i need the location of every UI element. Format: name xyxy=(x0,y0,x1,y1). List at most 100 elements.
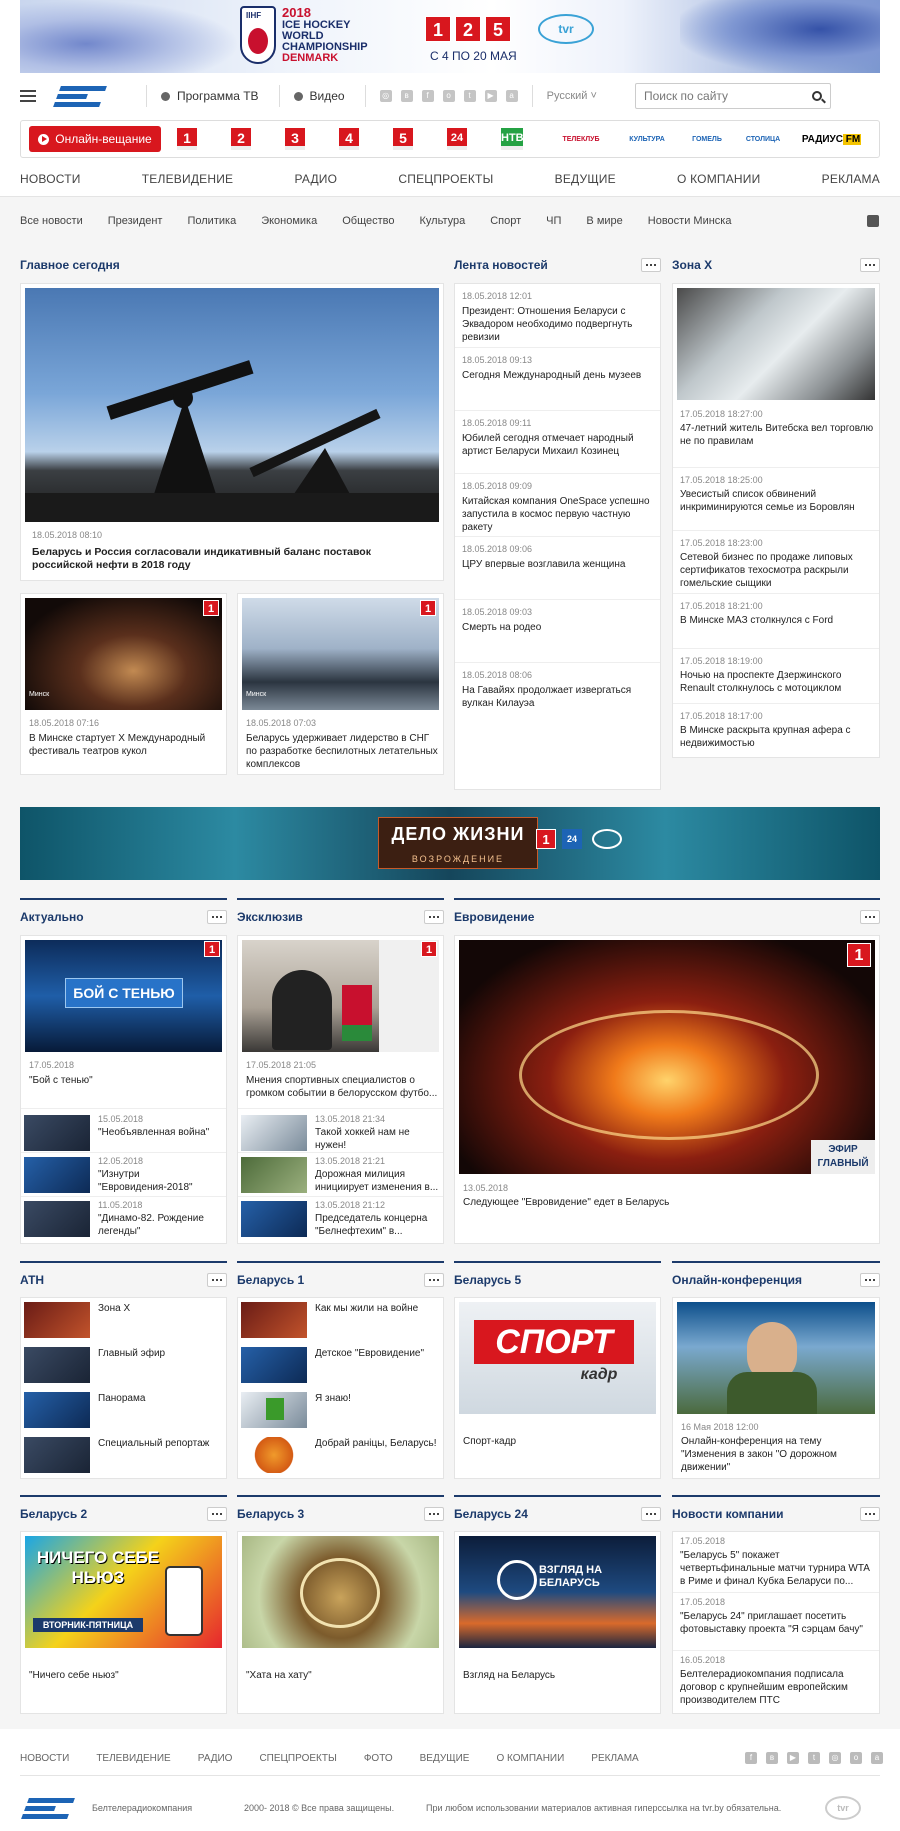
news-headline[interactable]: Следующее "Евровидение" едет в Беларусь xyxy=(463,1196,863,1209)
news-headline[interactable]: Юбилей сегодня отмечает народный артист … xyxy=(462,432,654,458)
news-headline[interactable]: "Беларусь 24" приглашает посетить фотовы… xyxy=(680,1610,874,1636)
ok-icon[interactable]: о xyxy=(850,1752,862,1764)
android-icon[interactable]: a xyxy=(871,1752,883,1764)
channel-belarus4[interactable]: 4 xyxy=(339,128,359,150)
channel-ntv[interactable]: НТВ xyxy=(501,128,524,150)
news-headline[interactable]: Такой хоккей нам не нужен! xyxy=(315,1126,439,1152)
news-headline[interactable]: Беларусь и Россия согласовали индикативн… xyxy=(32,546,432,572)
belarus5-card[interactable]: СПОРТ кадр Спорт-кадр xyxy=(454,1297,661,1479)
video-link[interactable]: Видео xyxy=(293,89,345,103)
list-item[interactable]: Как мы жили на войне xyxy=(238,1298,443,1343)
footer-link[interactable]: РЕКЛАМА xyxy=(591,1753,638,1764)
news-headline[interactable]: Ночью на проспекте Дзержинского Renault … xyxy=(680,669,874,695)
section-title[interactable]: Лента новостей xyxy=(454,258,548,272)
list-item[interactable]: 15.05.2018 "Необъявленная война" xyxy=(21,1108,226,1152)
news-headline[interactable]: Сетевой бизнес по продаже липовых сертиф… xyxy=(680,551,874,590)
search-input[interactable]: Поиск по сайту xyxy=(634,83,831,109)
news-headline[interactable]: Президент: Отношения Беларуси с Эквадоро… xyxy=(462,305,654,344)
nav-item-tv[interactable]: ТЕЛЕВИДЕНИЕ xyxy=(142,172,233,190)
channel-belarus1[interactable]: 1 xyxy=(177,128,197,150)
belteleradio-logo[interactable] xyxy=(53,83,110,109)
more-icon[interactable] xyxy=(207,910,227,924)
news-headline[interactable]: 47-летний житель Витебска вел торговлю н… xyxy=(680,422,874,448)
section-title[interactable]: Беларусь 24 xyxy=(454,1507,528,1521)
vk-icon[interactable]: в xyxy=(766,1752,778,1764)
section-title[interactable]: АТН xyxy=(20,1273,44,1287)
more-icon[interactable] xyxy=(641,1507,661,1521)
section-title[interactable]: Онлайн-конференция xyxy=(672,1273,802,1287)
news-headline[interactable]: В Минске МАЗ столкнулся с Ford xyxy=(680,614,874,627)
twitter-icon[interactable]: t xyxy=(808,1752,820,1764)
more-icon[interactable] xyxy=(424,910,444,924)
list-item[interactable]: 18.05.2018 09:11 Юбилей сегодня отмечает… xyxy=(455,410,660,473)
program-title[interactable]: Панорама xyxy=(98,1392,222,1405)
menu-icon[interactable] xyxy=(20,90,36,102)
footer-link[interactable]: СПЕЦПРОЕКТЫ xyxy=(259,1753,336,1764)
list-item[interactable]: 16.05.2018 Белтелерадиокомпания подписал… xyxy=(673,1650,879,1713)
nav-item-about[interactable]: О КОМПАНИИ xyxy=(677,172,760,190)
section-title[interactable]: Актуально xyxy=(20,910,84,924)
channel-teleclub[interactable]: ТЕЛЕКЛУБ xyxy=(557,136,605,143)
subnav-item[interactable]: Культура xyxy=(420,215,466,227)
footer-link[interactable]: О КОМПАНИИ xyxy=(496,1753,564,1764)
news-headline[interactable]: Сегодня Международный день музеев xyxy=(462,369,654,382)
news-headline[interactable]: Беларусь удерживает лидерство в СНГ по р… xyxy=(246,732,438,771)
list-item[interactable]: Детское "Евровидение" xyxy=(238,1343,443,1388)
nav-item-special[interactable]: СПЕЦПРОЕКТЫ xyxy=(398,172,493,190)
online-broadcast-button[interactable]: Онлайн-вещание xyxy=(29,126,161,152)
news-headline[interactable]: На Гавайях продолжает извергаться вулкан… xyxy=(462,684,654,710)
program-title[interactable]: Добрай раніцы, Беларусь! xyxy=(315,1437,439,1450)
news-headline[interactable]: Смерть на родео xyxy=(462,621,654,634)
nav-item-news[interactable]: НОВОСТИ xyxy=(20,172,81,190)
list-item[interactable]: 17.05.2018 18:27:00 47-летний житель Вит… xyxy=(673,404,879,467)
belarus3-card[interactable]: "Хата на хату" xyxy=(237,1531,444,1714)
footer-link[interactable]: ФОТО xyxy=(364,1753,393,1764)
facebook-icon[interactable]: f xyxy=(421,90,434,102)
subnav-item[interactable]: Президент xyxy=(108,215,163,227)
news-headline[interactable]: Китайская компания OneSpace успешно запу… xyxy=(462,495,654,534)
list-item[interactable]: 18.05.2018 09:13 Сегодня Международный д… xyxy=(455,347,660,410)
subnav-item[interactable]: В мире xyxy=(586,215,622,227)
list-item[interactable]: 17.05.2018 18:17:00 В Минске раскрыта кр… xyxy=(673,703,879,758)
nav-item-radio[interactable]: РАДИО xyxy=(294,172,337,190)
list-item[interactable]: 13.05.2018 21:34 Такой хоккей нам не нуж… xyxy=(238,1108,443,1152)
news-headline[interactable]: Белтелерадиокомпания подписала договор с… xyxy=(680,1668,874,1707)
instagram-icon[interactable]: ◎ xyxy=(379,90,392,102)
top-ad-banner[interactable]: IIHF 2018 ICE HOCKEY WORLD CHAMPIONSHIP … xyxy=(20,0,880,73)
news-headline[interactable]: В Минске раскрыта крупная афера с недвиж… xyxy=(680,724,874,750)
news-headline[interactable]: ЦРУ впервые возглавила женщина xyxy=(462,558,654,571)
subnav-item[interactable]: Общество xyxy=(342,215,394,227)
subnav-item[interactable]: Спорт xyxy=(490,215,521,227)
news-headline[interactable]: Онлайн-конференция на тему "Изменения в … xyxy=(681,1435,875,1474)
list-item[interactable]: 18.05.2018 08:06 На Гавайях продолжает и… xyxy=(455,662,660,725)
news-headline[interactable]: Дорожная милиция инициирует изменения в.… xyxy=(315,1168,439,1194)
subnav-item[interactable]: Экономика xyxy=(261,215,317,227)
more-icon[interactable] xyxy=(641,258,661,272)
news-headline[interactable]: Председатель концерна "Белнефтехим" в... xyxy=(315,1212,439,1238)
list-item[interactable]: 17.05.2018 18:23:00 Сетевой бизнес по пр… xyxy=(673,530,879,593)
news-headline[interactable]: В Минске стартует X Международный фестив… xyxy=(29,732,221,758)
online-conf-card[interactable]: 16 Мая 2018 12:00 Онлайн-конференция на … xyxy=(672,1297,880,1479)
section-title[interactable]: Беларусь 2 xyxy=(20,1507,87,1521)
eurovision-card[interactable]: ЭФИР ГЛАВНЫЙ 1 13.05.2018 Следующее "Евр… xyxy=(454,935,880,1244)
ok-icon[interactable]: о xyxy=(442,90,455,102)
footer-link[interactable]: НОВОСТИ xyxy=(20,1753,69,1764)
program-title[interactable]: Спорт-кадр xyxy=(463,1435,655,1448)
footer-link[interactable]: ТЕЛЕВИДЕНИЕ xyxy=(96,1753,170,1764)
channel-belarus5[interactable]: 5 xyxy=(393,128,413,150)
news-card[interactable]: 1 Минск 18.05.2018 07:03 Беларусь удержи… xyxy=(237,593,444,775)
channel-belarus3[interactable]: 3 xyxy=(285,128,305,150)
list-item[interactable]: Добрай раніцы, Беларусь! xyxy=(238,1433,443,1478)
android-icon[interactable]: a xyxy=(505,90,518,102)
footer-logo[interactable] xyxy=(21,1795,75,1819)
news-headline[interactable]: Мнения спортивных специалистов о громком… xyxy=(246,1074,438,1100)
program-title[interactable]: "Ничего себе ньюз" xyxy=(29,1669,221,1682)
channel-belarus24[interactable]: 24 xyxy=(447,128,467,150)
more-icon[interactable] xyxy=(207,1273,227,1287)
belarus24-card[interactable]: ВЗГЛЯД НА БЕЛАРУСЬ Взгляд на Беларусь xyxy=(454,1531,661,1714)
section-title[interactable]: Новости компании xyxy=(672,1507,783,1521)
youtube-icon[interactable]: ▶ xyxy=(484,90,497,102)
list-item[interactable]: 17.05.2018 18:19:00 Ночью на проспекте Д… xyxy=(673,648,879,703)
vk-icon[interactable]: в xyxy=(400,90,413,102)
program-title[interactable]: Зона Х xyxy=(98,1302,222,1315)
